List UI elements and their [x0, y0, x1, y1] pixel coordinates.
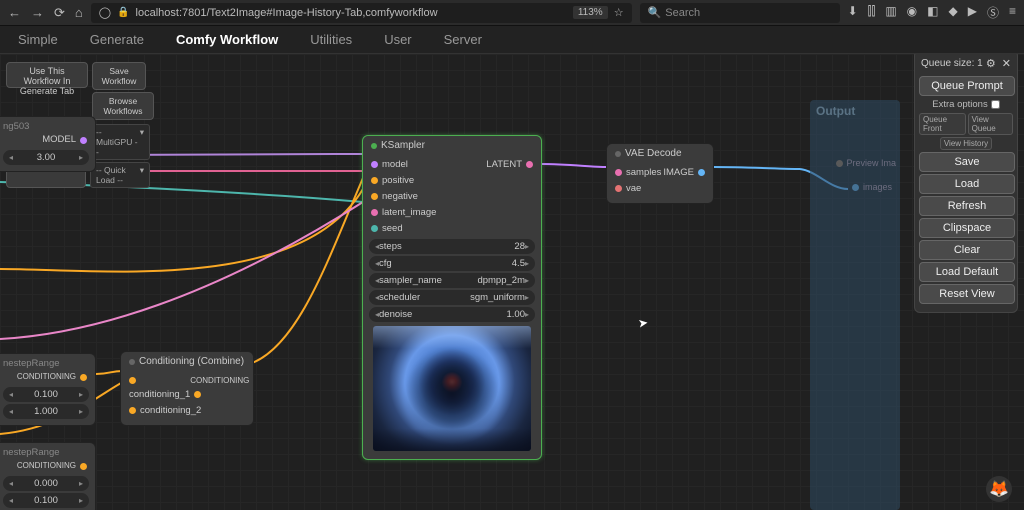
extra-options-toggle[interactable]: Extra options: [919, 98, 1013, 113]
search-icon: 🔍: [648, 6, 662, 19]
node-title: VAE Decode: [625, 148, 682, 159]
out-model: MODEL: [42, 133, 76, 147]
tab-generate[interactable]: Generate: [88, 28, 146, 51]
node-partial-top[interactable]: ng503 MODEL ◂3.00▸: [0, 116, 96, 172]
url-text: localhost:7801/Text2Image#Image-History-…: [136, 7, 438, 19]
search-bar[interactable]: 🔍 Search: [640, 3, 840, 23]
use-workflow-button[interactable]: Use This Workflow In Generate Tab: [6, 62, 88, 88]
search-placeholder: Search: [665, 7, 700, 19]
library-icon[interactable]: ⫿⫿: [868, 4, 876, 21]
preview-image-label: Preview Ima: [846, 158, 896, 168]
param-steps[interactable]: ◂steps28▸: [369, 239, 535, 254]
node-vae-decode[interactable]: VAE Decode samplesIMAGE vae: [606, 143, 714, 204]
node-ksampler[interactable]: KSampler modelLATENT positive negative l…: [362, 135, 542, 460]
output-title: Output: [816, 104, 894, 118]
tab-simple[interactable]: Simple: [16, 28, 60, 51]
view-history-button[interactable]: View History: [940, 137, 992, 150]
node-partial-range-1[interactable]: nestepRange CONDITIONING ◂0.100▸ ◂1.000▸: [0, 353, 96, 426]
chevron-down-icon: ▾: [140, 165, 144, 185]
node-title: nestepRange: [3, 447, 89, 458]
tab-utilities[interactable]: Utilities: [308, 28, 354, 51]
param-value[interactable]: ◂1.000▸: [3, 404, 89, 419]
load-button[interactable]: Load: [919, 174, 1015, 194]
ext3-icon[interactable]: ▶: [968, 4, 977, 21]
node-title: Conditioning (Combine): [139, 356, 244, 367]
clipspace-button[interactable]: Clipspace: [919, 218, 1015, 238]
app-tabs: Simple Generate Comfy Workflow Utilities…: [0, 26, 1024, 54]
node-conditioning-combine[interactable]: Conditioning (Combine) conditioning_1CON…: [120, 351, 254, 426]
save-button[interactable]: Save: [919, 152, 1015, 172]
queue-front-button[interactable]: Queue Front: [919, 113, 966, 135]
refresh-button[interactable]: Refresh: [919, 196, 1015, 216]
quick-load-dropdown[interactable]: -- Quick Load --▾: [90, 162, 150, 188]
node-title: ng503: [3, 121, 89, 132]
mouse-cursor-icon: ➤: [637, 315, 649, 330]
url-bar[interactable]: ◯ 🔒 localhost:7801/Text2Image#Image-Hist…: [91, 3, 632, 23]
save-workflow-button[interactable]: Save Workflow: [92, 62, 146, 90]
node-title: nestepRange: [3, 358, 89, 369]
ksampler-preview-image: [373, 326, 531, 451]
param-value[interactable]: ◂0.000▸: [3, 476, 89, 491]
shield-icon: ◯: [99, 6, 111, 19]
ext4-icon[interactable]: Ⓢ: [987, 4, 999, 21]
param-value[interactable]: ◂0.100▸: [3, 493, 89, 508]
extra-options-checkbox[interactable]: [991, 100, 1000, 109]
books-icon[interactable]: ▥: [885, 4, 896, 21]
param-value[interactable]: ◂0.100▸: [3, 387, 89, 402]
home-icon[interactable]: ⌂: [75, 5, 83, 21]
ext1-icon[interactable]: ◧: [927, 4, 938, 21]
chevron-down-icon: ▾: [140, 127, 144, 157]
reset-view-button[interactable]: Reset View: [919, 284, 1015, 304]
load-default-button[interactable]: Load Default: [919, 262, 1015, 282]
reload-icon[interactable]: ⟳: [54, 5, 65, 21]
ext2-icon[interactable]: ◆: [949, 4, 958, 21]
menu-icon[interactable]: ≡: [1009, 4, 1016, 21]
queue-prompt-button[interactable]: Queue Prompt: [919, 76, 1015, 96]
node-title: KSampler: [381, 140, 425, 151]
node-partial-range-2[interactable]: nestepRange CONDITIONING ◂0.000▸ ◂0.100▸: [0, 442, 96, 510]
clear-button[interactable]: Clear: [919, 240, 1015, 260]
close-icon[interactable]: ✕: [1002, 57, 1011, 70]
browse-workflows-button[interactable]: Browse Workflows: [92, 92, 154, 120]
gear-icon[interactable]: ⚙: [986, 57, 996, 70]
param-cfg[interactable]: ◂cfg4.5▸: [369, 256, 535, 271]
workflow-canvas[interactable]: Use This Workflow In Generate Tab Save W…: [0, 54, 1024, 510]
forward-icon[interactable]: →: [31, 5, 44, 21]
back-icon[interactable]: ←: [8, 5, 21, 21]
queue-sidebar: Queue size: 1 ⚙ ✕ Queue Prompt Extra opt…: [914, 54, 1018, 313]
avatar-icon[interactable]: 🦊: [986, 476, 1012, 502]
images-port: images: [863, 182, 892, 192]
browser-bar: ← → ⟳ ⌂ ◯ 🔒 localhost:7801/Text2Image#Im…: [0, 0, 1024, 26]
param-scheduler[interactable]: ◂schedulersgm_uniform▸: [369, 290, 535, 305]
param-denoise[interactable]: ◂denoise1.00▸: [369, 307, 535, 322]
download-icon[interactable]: ⬇: [848, 4, 858, 21]
param-sampler[interactable]: ◂sampler_namedpmpp_2m▸: [369, 273, 535, 288]
tab-user[interactable]: User: [382, 28, 413, 51]
account-icon[interactable]: ◉: [907, 4, 917, 21]
tab-comfy-workflow[interactable]: Comfy Workflow: [174, 28, 280, 51]
output-group[interactable]: Output Preview Ima images: [810, 100, 900, 510]
param-value[interactable]: ◂3.00▸: [3, 150, 89, 165]
lock-icon: 🔒: [117, 7, 129, 18]
tab-server[interactable]: Server: [442, 28, 484, 51]
multigpu-dropdown[interactable]: -- MultiGPU --▾: [90, 124, 150, 160]
zoom-badge[interactable]: 113%: [573, 6, 608, 19]
view-queue-button[interactable]: View Queue: [968, 113, 1013, 135]
star-icon[interactable]: ☆: [614, 6, 624, 19]
